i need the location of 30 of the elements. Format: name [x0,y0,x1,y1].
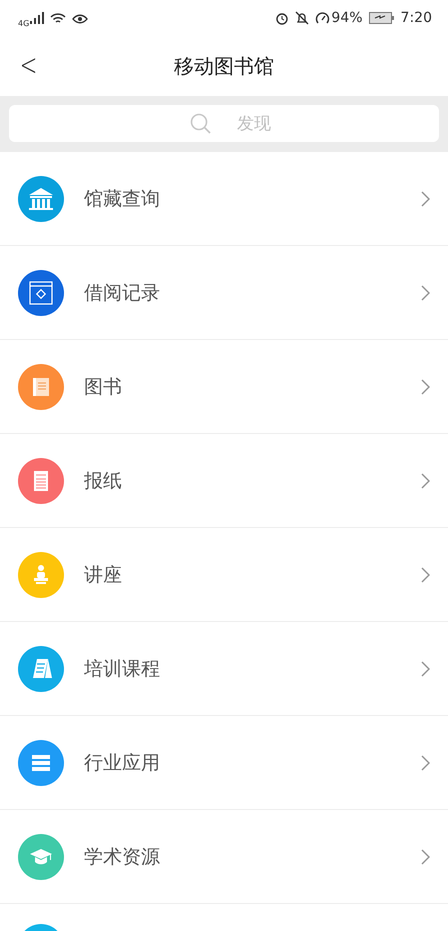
menu-item[interactable]: 馆藏查询 [0,152,448,246]
search-icon [190,113,212,135]
menu-item[interactable]: 行业应用 [0,716,448,810]
menu-item[interactable]: 报纸 [0,434,448,528]
search-field[interactable]: 发现 [9,105,439,142]
eye-icon [72,12,88,24]
menu-item[interactable]: 借阅记录 [0,246,448,340]
chevron-icon [421,190,430,206]
muted-bell-icon [295,11,310,25]
clock-time: 7:20 [400,10,432,26]
back-button[interactable]: < [16,48,42,83]
network-type: 4G [18,18,30,28]
battery-icon [368,12,395,24]
battery-percent: 94% [331,10,363,26]
signal-icon [30,12,44,24]
alarm-icon [275,11,290,25]
menu-item[interactable]: 讲座 [0,528,448,622]
page-title: 移动图书馆 [174,52,274,80]
chevron-icon [421,284,430,300]
chevron-icon [421,848,430,864]
speedometer-icon [315,11,330,25]
chevron-icon [421,660,430,676]
wifi-icon [50,12,66,24]
chevron-icon [421,472,430,488]
chevron-icon [421,566,430,582]
menu-item[interactable]: 培训课程 [0,622,448,716]
menu-item[interactable]: 图书 [0,340,448,434]
chevron-icon [421,754,430,770]
chevron-icon [421,378,430,394]
menu-item[interactable]: 学术资源 [0,810,448,904]
